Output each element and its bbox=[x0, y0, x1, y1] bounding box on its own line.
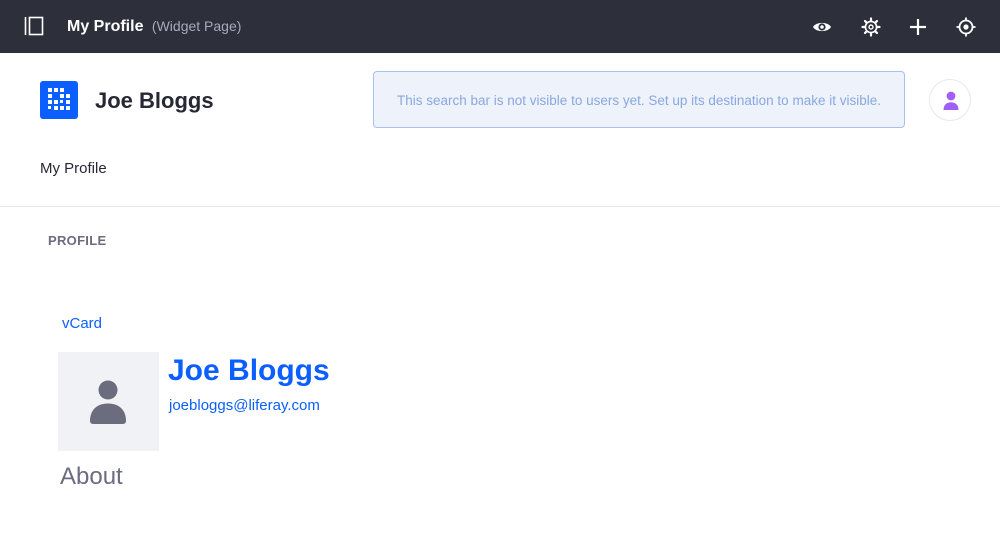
page-title-text: My Profile bbox=[67, 18, 144, 35]
profile-section-title: PROFILE bbox=[48, 233, 107, 248]
page-title: My Profile (Widget Page) bbox=[67, 16, 241, 36]
simulation-icon[interactable] bbox=[955, 16, 977, 38]
user-placeholder-icon bbox=[90, 380, 126, 424]
about-heading: About bbox=[60, 463, 123, 490]
profile-name: Joe Bloggs bbox=[168, 354, 330, 387]
search-bar-notice: This search bar is not visible to users … bbox=[373, 71, 905, 128]
site-name[interactable]: Joe Bloggs bbox=[95, 86, 214, 116]
user-avatar[interactable] bbox=[929, 79, 971, 121]
nav-item-my-profile[interactable]: My Profile bbox=[40, 159, 107, 179]
vcard-link[interactable]: vCard bbox=[62, 314, 102, 334]
control-menu: My Profile (Widget Page) bbox=[0, 0, 1000, 53]
header-divider bbox=[0, 206, 1000, 207]
site-logo[interactable] bbox=[40, 81, 78, 119]
user-icon bbox=[943, 91, 959, 110]
gear-icon[interactable] bbox=[860, 16, 882, 38]
profile-portrait bbox=[58, 352, 159, 451]
plus-icon[interactable] bbox=[907, 16, 929, 38]
profile-email-link[interactable]: joebloggs@liferay.com bbox=[169, 396, 320, 416]
eye-icon[interactable] bbox=[811, 16, 833, 38]
page-type-label: (Widget Page) bbox=[151, 18, 242, 34]
product-menu-toggle-icon[interactable] bbox=[24, 16, 44, 36]
